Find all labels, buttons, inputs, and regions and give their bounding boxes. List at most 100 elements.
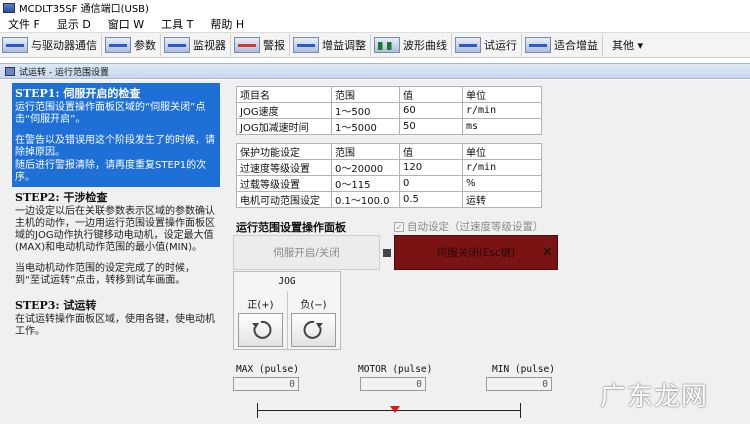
table-header-cell: 范围: [331, 143, 400, 160]
toolbar-gain-tuning-button[interactable]: 增益调整: [293, 34, 371, 56]
table-header-cell: 保护功能设定: [236, 143, 332, 160]
params-table: 项目名 范围 值 单位 JOG速度 1～500 60 r/min JOG加减速时…: [236, 86, 542, 135]
min-pulse-label: MIN (pulse): [492, 364, 555, 375]
table-header-cell: 值: [399, 86, 463, 103]
toolbar-monitor-label: 监视器: [193, 39, 226, 52]
table-value-cell[interactable]: 60: [399, 102, 463, 119]
parameters-icon: [105, 37, 131, 53]
toolbar-gain-tuning-label: 增益调整: [322, 39, 366, 52]
toolbar-communicate-label: 与驱动器通信: [31, 39, 97, 52]
fit-gain-icon: [525, 37, 551, 53]
window-title-bar: 试运转 - 运行范围设置: [0, 63, 750, 79]
table-cell: 过载等级设置: [236, 175, 332, 192]
servo-on-off-button[interactable]: 伺服开启/关闭: [233, 235, 380, 270]
toolbar-alarm-button[interactable]: 警报: [234, 34, 290, 56]
communicate-icon: [2, 37, 28, 53]
window-icon: [5, 66, 15, 76]
toolbar-communicate-button[interactable]: 与驱动器通信: [2, 34, 102, 56]
step2-block: STEP2: 干涉检查 一边设定以后在关联参数表示区域的参数确认主机的动作，一边…: [12, 189, 220, 287]
max-pulse-field[interactable]: [233, 377, 299, 391]
watermark-text: 广东龙网: [600, 382, 709, 412]
toolbar-more-dropdown[interactable]: 其他 ▾: [612, 37, 643, 53]
table-row[interactable]: JOG加减速时间 1～5000 50 ms: [236, 118, 542, 135]
toolbar-parameters-button[interactable]: 参数: [105, 34, 161, 56]
step1-gap: [15, 126, 217, 134]
waveform-icon: [374, 37, 400, 53]
jog-positive-label: 正(+): [247, 300, 274, 311]
table-cell: 运转: [462, 191, 542, 208]
table-header-row: 保护功能设定 范围 值 单位: [236, 143, 542, 160]
table-header-cell: 单位: [462, 143, 542, 160]
menu-window[interactable]: 窗口 W: [108, 16, 144, 32]
toolbar-waveform-button[interactable]: 波形曲线: [374, 34, 452, 56]
motor-pulse-field[interactable]: [360, 377, 426, 391]
min-pulse-field[interactable]: [486, 377, 552, 391]
menu-help[interactable]: 帮助 H: [210, 16, 244, 32]
protection-table: 保护功能设定 范围 值 单位 过速度等级设置 0～20000 120 r/min…: [236, 143, 542, 208]
menu-tools[interactable]: 工具 T: [161, 16, 193, 32]
step1-text-2: 在警告以及错误用这个阶段发生了的时候，请除掉原因。: [15, 135, 215, 158]
table-row[interactable]: 电机可动范围设定 0.1～100.0 0.5 运转: [236, 191, 542, 208]
table-cell: %: [462, 175, 542, 192]
table-value-cell[interactable]: 120: [399, 159, 463, 176]
table-header-cell: 范围: [331, 86, 400, 103]
rotate-cw-icon: [303, 320, 323, 339]
toolbar-fit-gain-button[interactable]: 适合增益: [525, 34, 603, 56]
trial-run-icon: [455, 37, 481, 53]
step3-block: STEP3: 试运转 在试运转操作面板区域，使用各键，使电动机工作。: [12, 297, 220, 338]
menu-file[interactable]: 文件 F: [8, 16, 40, 32]
window-title: 试运转 - 运行范围设置: [19, 67, 109, 78]
monitor-icon: [164, 37, 190, 53]
close-icon[interactable]: ✕: [542, 245, 553, 260]
window-body: STEP1: 伺服开启的检查 运行范围设置操作面板区域的“伺服关闭”点击“伺服开…: [0, 80, 750, 424]
table-cell: JOG速度: [236, 102, 332, 119]
table-cell: JOG加减速时间: [236, 118, 332, 135]
table-value-cell[interactable]: 0.5: [399, 191, 463, 208]
menu-display[interactable]: 显示 D: [57, 16, 91, 32]
toolbar-parameters-label: 参数: [134, 39, 156, 52]
rotate-ccw-icon: [251, 320, 271, 339]
toolbar: 与驱动器通信 参数 监视器 警报 增益调整 波形曲线 试运行 适合增益 其他 ▾: [0, 32, 750, 58]
table-value-cell[interactable]: 0: [399, 175, 463, 192]
table-cell: r/min: [462, 159, 542, 176]
step3-gap: [12, 287, 220, 295]
jog-negative-button[interactable]: [291, 313, 336, 347]
jog-title: JOG: [278, 276, 296, 287]
jog-positive-button[interactable]: [238, 313, 283, 347]
app-title: MCDLT35SF 通信端口(USB): [19, 4, 149, 15]
table-cell: 0～115: [331, 175, 400, 192]
table-cell: r/min: [462, 102, 542, 119]
step3-text: 在试运转操作面板区域，使用各键，使电动机工作。: [15, 314, 215, 337]
step2-gap: [15, 254, 217, 262]
table-cell: 电机可动范围设定: [236, 191, 332, 208]
step2-text-1: 一边设定以后在关联参数表示区域的参数确认主机的动作，一边用运行范围设置操作面板区…: [15, 206, 215, 253]
toolbar-monitor-button[interactable]: 监视器: [164, 34, 231, 56]
table-value-cell[interactable]: 50: [399, 118, 463, 135]
table-cell: 1～5000: [331, 118, 400, 135]
table-cell: 0～20000: [331, 159, 400, 176]
step1-box: STEP1: 伺服开启的检查 运行范围设置操作面板区域的“伺服关闭”点击“伺服开…: [12, 83, 220, 187]
table-header-row: 项目名 范围 值 单位: [236, 86, 542, 103]
alarm-icon: [234, 37, 260, 53]
step1-text-3: 随后进行警报清除，请再度重复STEP1的次序。: [15, 160, 207, 183]
step3-title: STEP3: 试运转: [15, 299, 97, 312]
table-row[interactable]: JOG速度 1～500 60 r/min: [236, 102, 542, 119]
motor-pulse-label: MOTOR (pulse): [358, 364, 433, 375]
jog-panel: JOG 正(+) 负(−): [233, 271, 341, 350]
jog-negative-label: 负(−): [300, 300, 327, 311]
table-cell: 1～500: [331, 102, 400, 119]
auto-set-label: 自动设定（过速度等级设置）: [407, 221, 544, 233]
step2-text-2: 当电动机动作范围的设定完成了的时候，到“至试运转”点击，转移到试车画面。: [15, 263, 195, 286]
toolbar-fit-gain-label: 适合增益: [554, 39, 598, 52]
servo-off-button[interactable]: 伺服关闭(Esc键): [394, 235, 558, 270]
step2-title: STEP2: 干涉检查: [15, 191, 108, 204]
table-cell: 0.1～100.0: [331, 191, 400, 208]
step1-title: STEP1: 伺服开启的检查: [15, 87, 141, 100]
auto-set-checkbox[interactable]: ✓ 自动设定（过速度等级设置）: [394, 219, 544, 234]
table-row[interactable]: 过速度等级设置 0～20000 120 r/min: [236, 159, 542, 176]
toolbar-trial-run-button[interactable]: 试运行: [455, 34, 522, 56]
toolbar-waveform-label: 波形曲线: [403, 39, 447, 52]
toolbar-trial-run-label: 试运行: [484, 39, 517, 52]
table-row[interactable]: 过载等级设置 0～115 0 %: [236, 175, 542, 192]
toolbar-alarm-label: 警报: [263, 39, 285, 52]
